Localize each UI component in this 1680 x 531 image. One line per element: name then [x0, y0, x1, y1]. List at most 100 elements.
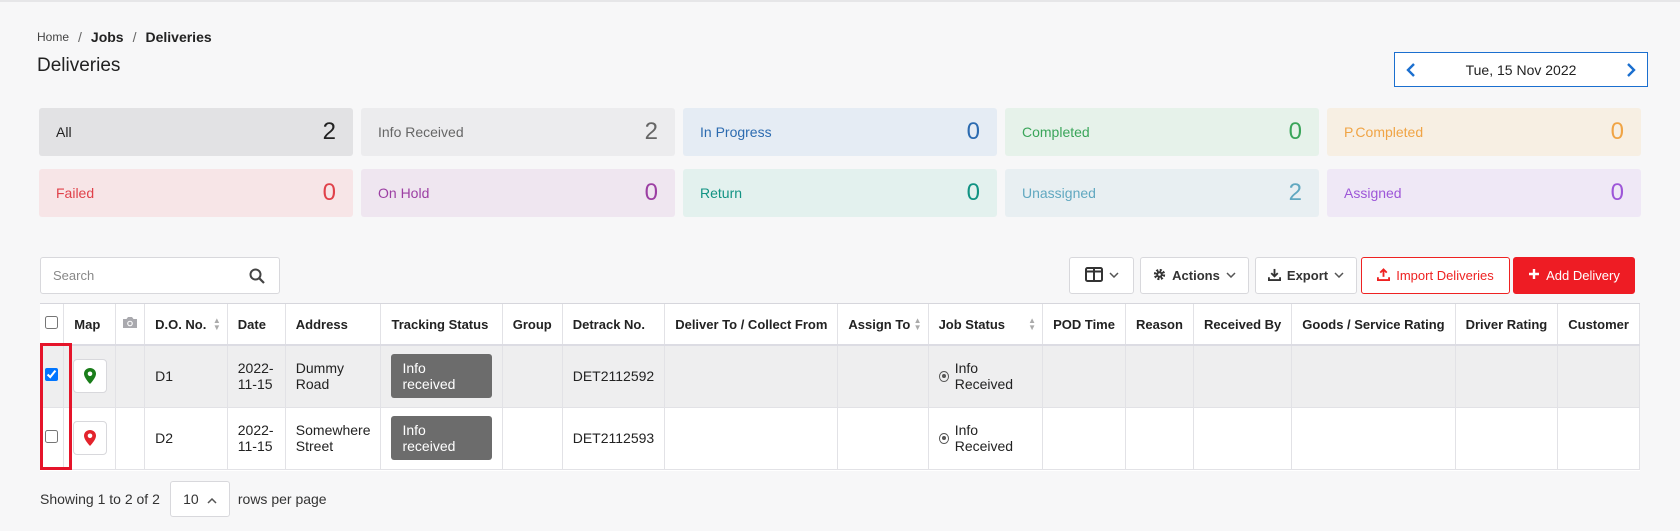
top-divider [0, 0, 1680, 2]
breadcrumb-jobs[interactable]: Jobs [91, 29, 124, 45]
assign-to-cell [837, 407, 929, 470]
status-card[interactable]: In Progress 0 [683, 108, 997, 156]
status-card[interactable]: On Hold 0 [361, 169, 675, 217]
customer-cell [1557, 345, 1640, 408]
customer-cell [1557, 407, 1640, 470]
status-card[interactable]: Completed 0 [1005, 108, 1319, 156]
sort-icon: ▲ ▼ [212, 316, 221, 332]
address-cell: Somewhere Street [285, 407, 382, 470]
column-header[interactable]: Group [502, 304, 563, 346]
row-select-cell [40, 407, 65, 470]
sort-icon: ▲ ▼ [913, 316, 922, 332]
received-by-cell [1193, 345, 1293, 408]
reason-cell [1125, 345, 1194, 408]
column-header-label: Assign To [848, 316, 911, 332]
column-header[interactable]: D.O. No. ▲ ▼ [144, 304, 228, 346]
tracking-status-cell: Info received [380, 407, 503, 470]
table-row[interactable]: D2 2022-11-15 Somewhere Street Info receive… [40, 407, 1640, 470]
column-header[interactable]: Customer [1557, 304, 1640, 346]
map-button[interactable] [72, 359, 107, 394]
showing-count: Showing 1 to 2 of 2 [40, 491, 160, 507]
camera-icon [122, 317, 138, 332]
status-card-label: Assigned [1344, 185, 1402, 201]
job-status-text: Info Received [954, 422, 1014, 454]
chevron-right-icon[interactable] [1615, 53, 1647, 86]
do-number-cell[interactable]: D1 [144, 345, 228, 408]
chevron-down-icon [1334, 270, 1344, 281]
status-card-count: 2 [322, 118, 336, 145]
gear-icon [1153, 268, 1166, 284]
column-toggle-button[interactable] [1069, 257, 1134, 294]
column-header[interactable]: Driver Rating [1455, 304, 1559, 346]
search-icon[interactable] [249, 268, 265, 284]
status-card[interactable]: Return 0 [683, 169, 997, 217]
search-input[interactable] [53, 268, 233, 283]
deliver-to-cell [664, 407, 839, 470]
status-card[interactable]: Info Received 2 [361, 108, 675, 156]
breadcrumb-current: Deliveries [145, 29, 212, 45]
status-card-count: 2 [1288, 179, 1302, 206]
column-header[interactable]: POD Time [1042, 304, 1126, 346]
select-all-header [40, 304, 65, 346]
rows-per-page-select[interactable]: 10 [169, 481, 230, 517]
breadcrumb-home[interactable]: Home [37, 30, 69, 44]
table-footer: Showing 1 to 2 of 2 10 rows per page [40, 481, 327, 517]
status-card-label: Info Received [378, 124, 464, 140]
do-number-cell[interactable]: D2 [144, 407, 228, 470]
status-card[interactable]: Failed 0 [39, 169, 353, 217]
select-all-checkbox[interactable] [45, 316, 59, 329]
row-checkbox[interactable] [45, 368, 59, 382]
breadcrumb-separator: / [132, 29, 137, 45]
status-card-label: Completed [1022, 124, 1090, 140]
map-pin-icon [83, 368, 96, 385]
actions-button[interactable]: Actions [1140, 257, 1249, 294]
status-card-count: 2 [644, 118, 658, 145]
status-card-count: 0 [1288, 118, 1302, 145]
photo-cell [115, 345, 146, 408]
chevron-down-icon [1226, 270, 1236, 281]
row-checkbox[interactable] [45, 430, 59, 443]
pod-time-cell [1042, 345, 1126, 408]
export-button[interactable]: Export [1255, 257, 1357, 294]
driver-rating-cell [1455, 407, 1559, 470]
goods-rating-cell [1291, 407, 1456, 470]
status-card-label: P.Completed [1344, 124, 1424, 140]
add-delivery-button[interactable]: Add Delivery [1513, 257, 1635, 294]
column-header[interactable]: Reason [1125, 304, 1194, 346]
reason-cell [1125, 407, 1194, 470]
column-header[interactable]: Detrack No. [562, 304, 666, 346]
search-box [40, 257, 280, 294]
photo-cell [115, 407, 146, 470]
sort-icon: ▲ ▼ [1028, 316, 1037, 332]
column-header[interactable]: Received By [1193, 304, 1293, 346]
page-title: Deliveries [37, 55, 121, 76]
status-card[interactable]: Assigned 0 [1327, 169, 1641, 217]
column-header-label: Job Status [938, 316, 1006, 332]
status-card-count: 0 [322, 179, 336, 206]
status-card-count: 0 [966, 118, 980, 145]
status-card[interactable]: All 2 [39, 108, 353, 156]
status-card-label: On Hold [378, 185, 430, 201]
status-card[interactable]: Unassigned 2 [1005, 169, 1319, 217]
table-row[interactable]: D1 2022-11-15 Dummy Road Info received DET21… [40, 345, 1640, 408]
column-header[interactable]: Address [285, 304, 382, 346]
column-header[interactable]: Job Status ▲ ▼ [928, 304, 1044, 346]
column-header[interactable]: Goods / Service Rating [1291, 304, 1456, 346]
map-button[interactable] [72, 421, 107, 455]
chevron-left-icon[interactable] [1395, 53, 1427, 86]
date-cell: 2022-11-15 [227, 345, 286, 408]
column-header[interactable]: Date [227, 304, 286, 346]
status-card-label: Return [700, 185, 743, 201]
job-status-cell: Info Received [928, 345, 1044, 408]
column-header[interactable]: Tracking Status [380, 304, 503, 346]
photo-column-header [115, 304, 146, 346]
column-header[interactable]: Map [63, 304, 117, 346]
column-header[interactable]: Assign To ▲ ▼ [837, 304, 929, 346]
pod-time-cell [1042, 407, 1126, 470]
current-date[interactable]: Tue, 15 Nov 2022 [1466, 62, 1577, 78]
job-status-text: Info Received [954, 360, 1014, 393]
status-card[interactable]: P.Completed 0 [1327, 108, 1641, 156]
column-header[interactable]: Deliver To / Collect From [664, 304, 839, 346]
status-card-count: 0 [644, 179, 658, 206]
import-deliveries-button[interactable]: Import Deliveries [1361, 257, 1510, 294]
